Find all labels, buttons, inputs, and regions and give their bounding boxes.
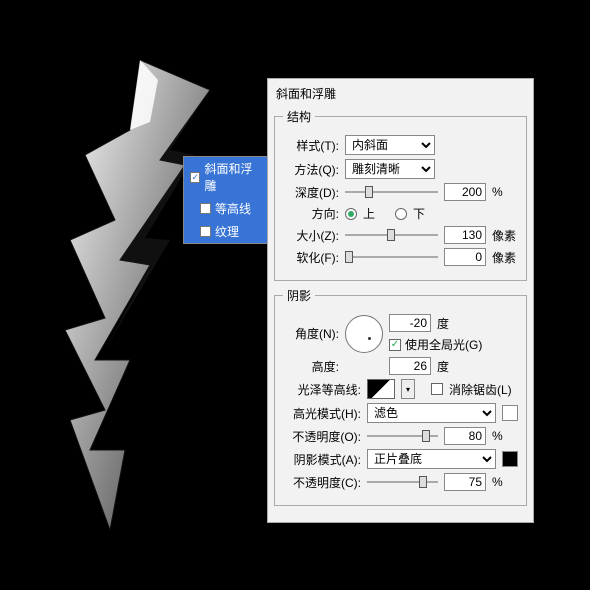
method-label: 方法(Q): — [283, 161, 339, 178]
effect-label: 等高线 — [215, 200, 251, 217]
gloss-contour-swatch[interactable] — [367, 379, 395, 399]
size-unit: 像素 — [492, 227, 518, 244]
effect-label: 纹理 — [215, 223, 239, 240]
dir-down-label: 下 — [413, 205, 425, 222]
hi-op-unit: % — [492, 429, 518, 443]
sh-mode-select[interactable]: 正片叠底 — [367, 449, 496, 469]
angle-input[interactable] — [389, 314, 431, 332]
soften-label: 软化(F): — [283, 249, 339, 266]
sh-op-unit: % — [492, 475, 518, 489]
checkbox-icon — [200, 226, 211, 237]
shading-group: 阴影 角度(N): 度 使用全局光(G) 高度: 度 光泽等高线: — [274, 287, 527, 506]
antialias-label: 消除锯齿(L) — [449, 381, 512, 398]
soften-unit: 像素 — [492, 249, 518, 266]
effect-texture[interactable]: 纹理 — [184, 220, 267, 243]
dir-label: 方向: — [283, 205, 339, 222]
lightning-artwork — [50, 60, 230, 530]
hi-op-input[interactable] — [444, 427, 486, 445]
effect-bevel-emboss[interactable]: 斜面和浮雕 — [184, 157, 267, 197]
bevel-emboss-panel: 斜面和浮雕 结构 样式(T): 内斜面 方法(Q): 雕刻清晰 深度(D): %… — [267, 78, 534, 523]
checkbox-icon — [190, 172, 200, 183]
structure-legend: 结构 — [283, 108, 315, 125]
shading-legend: 阴影 — [283, 287, 315, 304]
style-select[interactable]: 内斜面 — [345, 135, 435, 155]
soften-slider[interactable] — [345, 249, 438, 265]
method-select[interactable]: 雕刻清晰 — [345, 159, 435, 179]
angle-dial[interactable] — [345, 315, 383, 353]
dir-up-radio[interactable] — [345, 208, 357, 220]
hi-mode-label: 高光模式(H): — [283, 405, 361, 422]
angle-label: 角度(N): — [283, 325, 339, 342]
altitude-unit: 度 — [437, 358, 449, 375]
sh-mode-label: 阴影模式(A): — [283, 451, 361, 468]
dir-up-label: 上 — [363, 205, 375, 222]
hi-mode-select[interactable]: 滤色 — [367, 403, 496, 423]
depth-label: 深度(D): — [283, 184, 339, 201]
soften-input[interactable] — [444, 248, 486, 266]
depth-input[interactable] — [444, 183, 486, 201]
effect-contour[interactable]: 等高线 — [184, 197, 267, 220]
style-label: 样式(T): — [283, 137, 339, 154]
effects-list: 斜面和浮雕 等高线 纹理 — [183, 156, 268, 244]
sh-color-swatch[interactable] — [502, 451, 518, 467]
effect-label: 斜面和浮雕 — [204, 160, 261, 194]
global-light-label: 使用全局光(G) — [405, 336, 482, 353]
panel-title: 斜面和浮雕 — [268, 79, 533, 102]
dir-down-radio[interactable] — [395, 208, 407, 220]
depth-unit: % — [492, 185, 518, 199]
size-slider[interactable] — [345, 227, 438, 243]
global-light-checkbox[interactable] — [389, 339, 401, 351]
hi-op-slider[interactable] — [367, 428, 438, 444]
sh-op-input[interactable] — [444, 473, 486, 491]
antialias-checkbox[interactable] — [431, 383, 443, 395]
sh-op-slider[interactable] — [367, 474, 438, 490]
size-input[interactable] — [444, 226, 486, 244]
gloss-contour-dropdown[interactable]: ▾ — [401, 379, 415, 399]
altitude-label: 高度: — [283, 358, 339, 375]
sh-op-label: 不透明度(C): — [283, 474, 361, 491]
gloss-label: 光泽等高线: — [283, 381, 361, 398]
altitude-input[interactable] — [389, 357, 431, 375]
angle-unit: 度 — [437, 315, 449, 332]
depth-slider[interactable] — [345, 184, 438, 200]
checkbox-icon — [200, 203, 211, 214]
hi-color-swatch[interactable] — [502, 405, 518, 421]
hi-op-label: 不透明度(O): — [283, 428, 361, 445]
size-label: 大小(Z): — [283, 227, 339, 244]
structure-group: 结构 样式(T): 内斜面 方法(Q): 雕刻清晰 深度(D): % 方向: 上 — [274, 108, 527, 281]
